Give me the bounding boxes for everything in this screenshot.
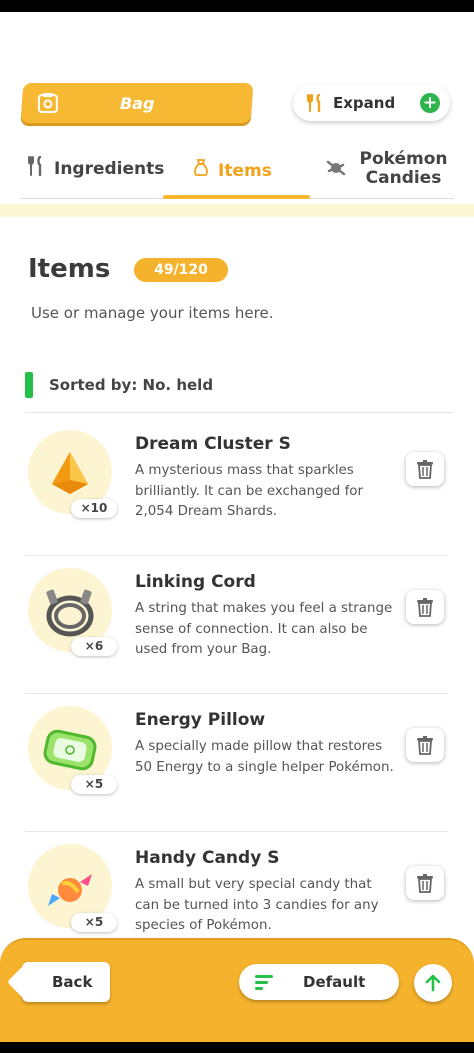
item-description: A string that makes you feel a strange s… bbox=[135, 601, 393, 657]
quantity-badge: ×5 bbox=[71, 913, 117, 932]
expand-button[interactable]: Expand + bbox=[293, 85, 450, 121]
item-name: Linking Cord bbox=[135, 572, 256, 592]
quantity-badge: ×6 bbox=[71, 637, 117, 656]
quantity-badge: ×5 bbox=[71, 775, 117, 794]
navigation-bar bbox=[0, 1042, 474, 1053]
dream-cluster-icon bbox=[52, 452, 88, 494]
tab-ingredients[interactable]: Ingredients bbox=[28, 155, 165, 181]
tab-label: Pokémon Candies bbox=[359, 149, 448, 188]
section-band bbox=[0, 204, 474, 217]
page-title: Items bbox=[28, 254, 111, 284]
list-item: ×10 Dream Cluster S A mysterious mass th… bbox=[25, 418, 448, 556]
sort-lines-icon bbox=[255, 975, 275, 995]
tab-pokemon-candies[interactable]: Pokémon Candies bbox=[326, 150, 461, 188]
trash-icon bbox=[417, 598, 433, 617]
tab-label: Ingredients bbox=[54, 158, 165, 179]
trash-icon bbox=[417, 460, 433, 479]
handy-candy-icon bbox=[48, 874, 92, 906]
tab-items[interactable]: Items bbox=[193, 158, 272, 183]
item-description: A small but very special candy that can … bbox=[135, 877, 379, 933]
page-subtitle: Use or manage your items here. bbox=[31, 304, 274, 322]
sort-direction-button[interactable] bbox=[414, 964, 452, 1002]
item-description: A mysterious mass that sparkles brillian… bbox=[135, 463, 363, 519]
fork-knife-icon bbox=[307, 93, 323, 116]
item-name: Energy Pillow bbox=[135, 710, 266, 730]
plus-icon: + bbox=[420, 93, 440, 113]
list-item: ×5 Handy Candy S A small but very specia… bbox=[25, 832, 448, 938]
delete-button[interactable] bbox=[406, 728, 444, 762]
energy-pillow-icon bbox=[43, 729, 97, 771]
item-name: Dream Cluster S bbox=[135, 434, 291, 454]
quantity-badge: ×10 bbox=[71, 499, 117, 518]
item-description: A specially made pillow that restores 50… bbox=[135, 739, 394, 775]
bag-button[interactable]: Bag bbox=[20, 83, 254, 123]
arrow-up-icon bbox=[425, 974, 441, 992]
bag-icon bbox=[193, 158, 209, 183]
linking-cord-icon bbox=[46, 589, 94, 637]
delete-button[interactable] bbox=[406, 866, 444, 900]
delete-button[interactable] bbox=[406, 590, 444, 624]
fork-knife-icon bbox=[28, 155, 44, 181]
list-item: ×5 Energy Pillow A specially made pillow… bbox=[25, 694, 448, 832]
back-label: Back bbox=[52, 973, 93, 991]
active-tab-indicator bbox=[163, 195, 310, 199]
sort-order-button[interactable]: Default bbox=[239, 964, 399, 1000]
status-bar bbox=[0, 0, 474, 12]
list-item: ×6 Linking Cord A string that makes you … bbox=[25, 556, 448, 694]
bag-icon bbox=[36, 91, 60, 119]
expand-label: Expand bbox=[333, 94, 396, 112]
divider bbox=[25, 412, 452, 413]
back-button[interactable]: Back bbox=[22, 962, 110, 1002]
trash-icon bbox=[417, 874, 433, 893]
item-count-badge: 49/120 bbox=[134, 258, 228, 282]
delete-button[interactable] bbox=[406, 452, 444, 486]
item-name: Handy Candy S bbox=[135, 848, 280, 868]
candy-icon bbox=[326, 158, 346, 183]
sort-indicator-bar bbox=[25, 372, 33, 398]
sort-order-label: Default bbox=[303, 973, 366, 991]
trash-icon bbox=[417, 736, 433, 755]
sort-label: Sorted by: No. held bbox=[49, 376, 214, 394]
bag-label: Bag bbox=[119, 93, 155, 113]
tab-label: Items bbox=[218, 160, 272, 181]
